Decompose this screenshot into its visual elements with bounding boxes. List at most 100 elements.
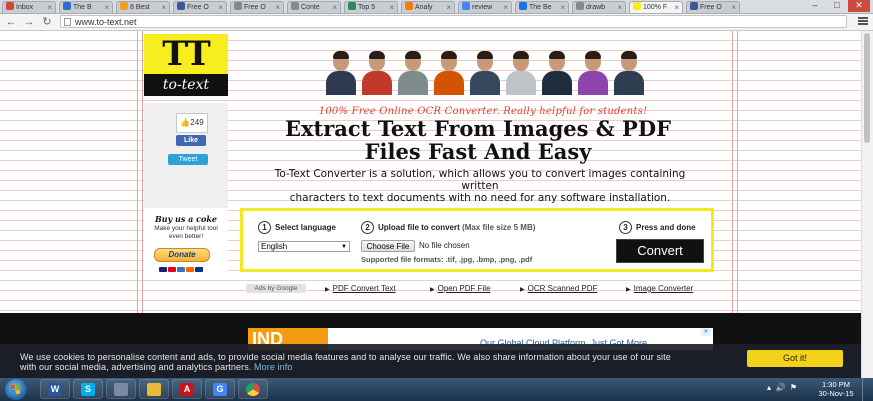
browser-tab[interactable]: The Be ×	[515, 1, 569, 13]
donate-title: Buy us a coke	[155, 214, 217, 224]
got-it-button[interactable]: Got it!	[747, 350, 843, 367]
site-logo[interactable]: TT to-text	[144, 34, 228, 96]
maximize-button[interactable]: □	[826, 0, 848, 12]
tweet-button[interactable]: Tweet	[168, 154, 208, 165]
tab-title: The B	[73, 4, 92, 11]
chevron-down-icon: ▼	[341, 244, 347, 250]
browser-toolbar: ← → ↻ www.to-text.net	[0, 14, 873, 31]
language-select[interactable]: English ▼	[258, 241, 350, 252]
browser-tab[interactable]: Analy ×	[401, 1, 455, 13]
more-info-link[interactable]: More info	[254, 362, 292, 372]
file-size-note: (Max file size 5 MB)	[462, 223, 536, 232]
page-icon	[64, 18, 71, 26]
taskbar-app[interactable]: S	[73, 379, 103, 399]
browser-tab[interactable]: Free O ×	[230, 1, 284, 13]
browser-tab[interactable]: The B ×	[59, 1, 113, 13]
tab-title: Conte	[301, 4, 320, 11]
tab-close-icon[interactable]: ×	[617, 2, 622, 13]
taskbar-app[interactable]	[238, 379, 268, 399]
margin-line	[732, 31, 733, 313]
tab-title: drawb	[586, 4, 606, 11]
tab-title: 8 Best	[130, 4, 150, 11]
convert-button[interactable]: Convert	[616, 239, 704, 263]
start-button[interactable]	[5, 379, 27, 400]
reload-button[interactable]: ↻	[40, 15, 54, 29]
back-button[interactable]: ←	[4, 15, 18, 29]
browser-tab[interactable]: Conte ×	[287, 1, 341, 13]
forward-button[interactable]: →	[22, 15, 36, 29]
margin-line	[737, 31, 738, 313]
choose-file-button[interactable]: Choose File	[361, 240, 415, 252]
browser-tab[interactable]: Free O ×	[686, 1, 740, 13]
tab-close-icon[interactable]: ×	[389, 2, 394, 13]
footer-link-ocr-scanned-pdf[interactable]: ▶ OCR Scanned PDF	[520, 284, 597, 293]
tab-close-icon[interactable]: ×	[104, 2, 109, 13]
browser-tab[interactable]: drawb ×	[572, 1, 626, 13]
footer-link-label: OCR Scanned PDF	[527, 284, 598, 293]
taskbar-app[interactable]: A	[172, 379, 202, 399]
browser-tab[interactable]: 8 Best ×	[116, 1, 170, 13]
description-line: To-Text Converter is a solution, which a…	[274, 168, 686, 192]
payment-cards-icon	[159, 263, 213, 272]
tab-favicon-icon	[405, 2, 413, 10]
tab-title: 100% F	[643, 4, 668, 11]
taskbar-clock[interactable]: 1:30 PM 30-Nov-15	[816, 380, 856, 398]
ad-close-icon[interactable]: ✕	[701, 329, 711, 336]
tab-title: review	[472, 4, 493, 11]
donate-subtitle-line: Make your helpful tool	[154, 225, 218, 232]
browser-tab[interactable]: 100% F ×	[629, 1, 683, 13]
browser-tab[interactable]: Inbox ×	[2, 1, 56, 13]
system-tray[interactable]: ▴ 🔊 ⚑	[767, 383, 797, 392]
browser-tab-strip: – □ ✕ Inbox × The B × 8 Best × Free O × Free O × C…	[0, 0, 873, 14]
supported-formats: Supported file formats: .tif, .jpg, .bmp…	[361, 255, 533, 264]
show-desktop-button[interactable]	[862, 378, 873, 401]
taskbar-app[interactable]	[139, 379, 169, 399]
tab-favicon-icon	[576, 2, 584, 10]
play-triangle-icon: ▶	[430, 287, 435, 293]
chrome-icon	[246, 383, 260, 396]
page-title-line: Files Fast And Easy	[364, 139, 592, 164]
minimize-button[interactable]: –	[804, 0, 826, 12]
step-label: Select language	[275, 223, 336, 232]
facebook-like-button[interactable]: Like	[176, 135, 206, 146]
page-scrollbar[interactable]	[861, 31, 873, 378]
tab-close-icon[interactable]: ×	[47, 2, 52, 13]
tab-close-icon[interactable]: ×	[332, 2, 337, 13]
donate-button[interactable]: Donate	[154, 248, 210, 262]
taskbar-app[interactable]: G	[205, 379, 235, 399]
footer-link-image-converter[interactable]: ▶ Image Converter	[626, 284, 693, 293]
scrollbar-thumb[interactable]	[864, 33, 870, 143]
social-share-panel: 👍249 Like Tweet	[144, 103, 228, 208]
tab-close-icon[interactable]: ×	[503, 2, 508, 13]
footer-link-pdf-convert-text[interactable]: ▶ PDF Convert Text	[325, 284, 396, 293]
tab-close-icon[interactable]: ×	[560, 2, 565, 13]
play-triangle-icon: ▶	[325, 287, 330, 293]
tab-title: Free O	[700, 4, 722, 11]
tab-favicon-icon	[177, 2, 185, 10]
ocr-converter-form: 1 Select language 2 Upload file to convert…	[240, 208, 714, 272]
tab-close-icon[interactable]: ×	[218, 2, 223, 13]
tab-close-icon[interactable]: ×	[674, 2, 679, 13]
tab-favicon-icon	[6, 2, 14, 10]
address-bar[interactable]: www.to-text.net	[60, 15, 847, 28]
donate-subtitle: Make your helpful tool even better!	[146, 225, 226, 241]
browser-tab[interactable]: Top 5 ×	[344, 1, 398, 13]
footer-link-open-pdf-file[interactable]: ▶ Open PDF File	[430, 284, 491, 293]
taskbar-app[interactable]: W	[40, 379, 70, 399]
tab-close-icon[interactable]: ×	[275, 2, 280, 13]
taskbar-app[interactable]	[106, 379, 136, 399]
margin-line	[137, 31, 138, 313]
footer-link-label: PDF Convert Text	[332, 284, 396, 293]
tab-close-icon[interactable]: ×	[731, 2, 736, 13]
donate-subtitle-line: even better!	[168, 233, 204, 240]
windows-taskbar: ▴ 🔊 ⚑ 1:30 PM 30-Nov-15 W S A G	[0, 378, 873, 401]
browser-tab[interactable]: review ×	[458, 1, 512, 13]
ads-by-google-label[interactable]: Ads by Google	[246, 284, 306, 293]
close-window-button[interactable]: ✕	[848, 0, 870, 12]
tab-close-icon[interactable]: ×	[161, 2, 166, 13]
tab-close-icon[interactable]: ×	[446, 2, 451, 13]
like-count: 249	[190, 118, 204, 127]
menu-icon[interactable]	[858, 17, 868, 26]
logo-mark: TT	[162, 34, 210, 74]
browser-tab[interactable]: Free O ×	[173, 1, 227, 13]
